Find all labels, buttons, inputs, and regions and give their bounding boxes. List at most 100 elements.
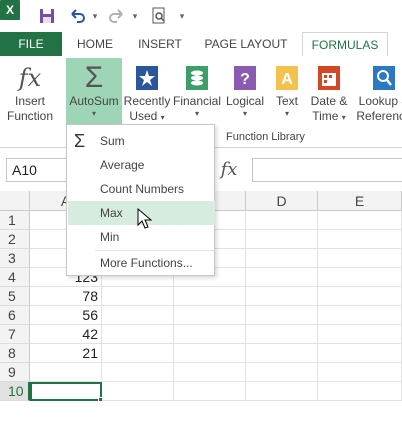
row-header-8[interactable]: 8 xyxy=(0,344,30,363)
redo-icon[interactable] xyxy=(106,5,128,27)
redo-dropdown-icon[interactable]: ▾ xyxy=(130,5,140,27)
cell-c7[interactable] xyxy=(174,325,246,344)
tab-page-layout[interactable]: PAGE LAYOUT xyxy=(198,32,294,56)
row-header-9[interactable]: 9 xyxy=(0,363,30,382)
date-time-button[interactable]: Date & Time ▾ xyxy=(306,58,352,132)
lookup-label-1: Lookup & xyxy=(358,94,402,108)
menu-item-count-numbers[interactable]: Count Numbers xyxy=(68,177,215,201)
ribbon-tabs: FILE HOME INSERT PAGE LAYOUT FORMULAS xyxy=(0,32,402,57)
financial-button[interactable]: Financial ▾ xyxy=(172,58,222,132)
row-header-5[interactable]: 5 xyxy=(0,287,30,306)
cell-e9[interactable] xyxy=(318,363,402,382)
tab-insert[interactable]: INSERT xyxy=(130,32,190,56)
lookup-reference-button[interactable]: Lookup & Reference xyxy=(354,58,402,132)
svg-text:A: A xyxy=(281,71,293,88)
cell-a5[interactable]: 78 xyxy=(30,287,102,306)
row-header-7[interactable]: 7 xyxy=(0,325,30,344)
excel-icon[interactable]: X xyxy=(0,0,20,20)
cell-b6[interactable] xyxy=(102,306,174,325)
row-header-6[interactable]: 6 xyxy=(0,306,30,325)
row-header-1[interactable]: 1 xyxy=(0,211,30,230)
row-header-2[interactable]: 2 xyxy=(0,230,30,249)
tab-home[interactable]: HOME xyxy=(68,32,122,56)
cell-d2[interactable] xyxy=(246,230,318,249)
svg-text:?: ? xyxy=(240,71,250,88)
cell-a7[interactable]: 42 xyxy=(30,325,102,344)
undo-icon[interactable] xyxy=(66,5,88,27)
menu-item-more-functions[interactable]: More Functions... xyxy=(68,251,215,275)
cell-e7[interactable] xyxy=(318,325,402,344)
financial-dropdown-icon: ▾ xyxy=(194,109,199,118)
select-all-corner[interactable] xyxy=(0,191,30,211)
cell-e10[interactable] xyxy=(318,382,402,401)
excel-window: X ▾ ▾ ▾ FILE HOME INSERT PAGE LAYOUT FOR… xyxy=(0,0,402,426)
date-time-label-2: Time ▾ xyxy=(312,109,346,123)
tab-formulas[interactable]: FORMULAS xyxy=(302,32,388,57)
mouse-cursor-icon xyxy=(137,208,153,229)
cell-d8[interactable] xyxy=(246,344,318,363)
cell-d10[interactable] xyxy=(246,382,318,401)
row-header-4[interactable]: 4 xyxy=(0,268,30,287)
name-box[interactable]: A10 xyxy=(6,158,68,182)
cell-b8[interactable] xyxy=(102,344,174,363)
menu-item-average[interactable]: Average xyxy=(68,153,215,177)
cell-d7[interactable] xyxy=(246,325,318,344)
cell-c8[interactable] xyxy=(174,344,246,363)
logical-button[interactable]: ? Logical ▾ xyxy=(222,58,268,132)
cell-b7[interactable] xyxy=(102,325,174,344)
cell-e8[interactable] xyxy=(318,344,402,363)
sigma-icon: Σ xyxy=(84,61,104,94)
menu-item-sum[interactable]: Σ Sum xyxy=(68,129,215,153)
column-header-d[interactable]: D xyxy=(246,191,318,211)
fx-formula-icon[interactable]: fx xyxy=(212,158,246,182)
cell-c9[interactable] xyxy=(174,363,246,382)
menu-item-min-label: Min xyxy=(100,230,120,244)
text-button[interactable]: A Text ▾ xyxy=(268,58,306,132)
autosum-label: AutoSum xyxy=(69,94,119,108)
cell-d5[interactable] xyxy=(246,287,318,306)
undo-dropdown-icon[interactable]: ▾ xyxy=(90,5,100,27)
cell-d6[interactable] xyxy=(246,306,318,325)
insert-function-button[interactable]: fx Insert Function xyxy=(4,58,56,132)
column-header-e[interactable]: E xyxy=(318,191,402,211)
menu-item-average-label: Average xyxy=(100,158,145,172)
quick-access-toolbar: X ▾ ▾ ▾ xyxy=(0,0,402,32)
formula-input[interactable] xyxy=(252,158,402,182)
recently-used-button[interactable]: Recently Used ▾ xyxy=(122,58,172,132)
customize-icon[interactable]: ▾ xyxy=(176,5,188,27)
cell-a8[interactable]: 21 xyxy=(30,344,102,363)
cell-e5[interactable] xyxy=(318,287,402,306)
cell-a10[interactable] xyxy=(30,382,102,401)
cell-b5[interactable] xyxy=(102,287,174,306)
print-preview-icon[interactable] xyxy=(148,5,170,27)
cell-b9[interactable] xyxy=(102,363,174,382)
cell-e1[interactable] xyxy=(318,211,402,230)
row-header-3[interactable]: 3 xyxy=(0,249,30,268)
row-header-10[interactable]: 10 xyxy=(0,382,30,401)
cell-d3[interactable] xyxy=(246,249,318,268)
menu-item-max-label: Max xyxy=(100,206,123,220)
cell-a6[interactable]: 56 xyxy=(30,306,102,325)
cell-a9[interactable] xyxy=(30,363,102,382)
text-label: Text xyxy=(275,94,298,108)
lookup-label-2: Reference xyxy=(356,109,402,123)
coins-icon xyxy=(181,62,213,94)
autosum-button[interactable]: Σ AutoSum ▾ xyxy=(66,58,122,132)
cell-c6[interactable] xyxy=(174,306,246,325)
cell-c5[interactable] xyxy=(174,287,246,306)
cell-b10[interactable] xyxy=(102,382,174,401)
cell-d9[interactable] xyxy=(246,363,318,382)
tab-file[interactable]: FILE xyxy=(0,32,62,56)
cell-e2[interactable] xyxy=(318,230,402,249)
cell-c10[interactable] xyxy=(174,382,246,401)
cell-e4[interactable] xyxy=(318,268,402,287)
cell-e6[interactable] xyxy=(318,306,402,325)
logical-dropdown-icon: ▾ xyxy=(242,109,247,118)
save-icon[interactable] xyxy=(36,5,58,27)
cell-d1[interactable] xyxy=(246,211,318,230)
insert-function-label-2: Function xyxy=(6,109,54,123)
magnifier-icon xyxy=(368,62,400,94)
autosum-dropdown-menu: Σ Sum Average Count Numbers Max Min More… xyxy=(66,124,215,276)
cell-e3[interactable] xyxy=(318,249,402,268)
cell-d4[interactable] xyxy=(246,268,318,287)
